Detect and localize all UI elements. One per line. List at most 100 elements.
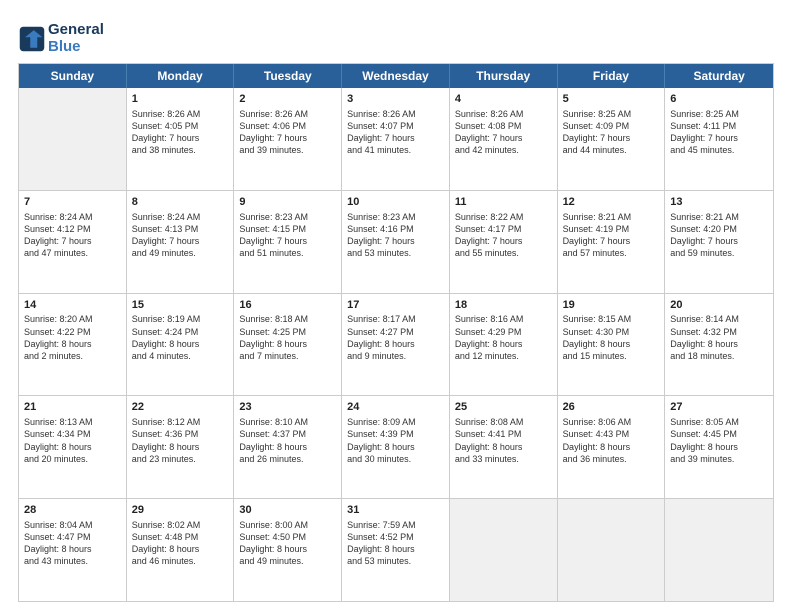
cell-info-line: Sunrise: 8:20 AM [24,313,121,325]
cell-info-line: and 39 minutes. [670,453,768,465]
cell-info-line: and 38 minutes. [132,144,229,156]
day-number: 10 [347,195,444,210]
day-number: 1 [132,92,229,107]
cell-info-line: and 47 minutes. [24,247,121,259]
calendar-cell: 21Sunrise: 8:13 AMSunset: 4:34 PMDayligh… [19,396,127,498]
cell-info-line: Daylight: 7 hours [24,235,121,247]
cell-info-line: and 30 minutes. [347,453,444,465]
cell-info-line: and 43 minutes. [24,555,121,567]
cell-info-line: Daylight: 8 hours [239,543,336,555]
cell-info-line: Sunset: 4:15 PM [239,223,336,235]
cell-info-line: Sunset: 4:52 PM [347,531,444,543]
cell-info-line: and 7 minutes. [239,350,336,362]
calendar-cell: 13Sunrise: 8:21 AMSunset: 4:20 PMDayligh… [665,191,773,293]
cell-info-line: Daylight: 7 hours [239,132,336,144]
cell-info-line: Sunrise: 8:04 AM [24,519,121,531]
day-number: 3 [347,92,444,107]
cell-info-line: and 2 minutes. [24,350,121,362]
calendar-cell: 16Sunrise: 8:18 AMSunset: 4:25 PMDayligh… [234,294,342,396]
day-number: 13 [670,195,768,210]
cell-info-line: Daylight: 8 hours [670,441,768,453]
logo-icon [18,25,46,53]
cell-info-line: and 26 minutes. [239,453,336,465]
calendar-row: 28Sunrise: 8:04 AMSunset: 4:47 PMDayligh… [19,499,773,601]
cell-info-line: Sunrise: 8:02 AM [132,519,229,531]
cell-info-line: Sunset: 4:06 PM [239,120,336,132]
calendar-cell: 27Sunrise: 8:05 AMSunset: 4:45 PMDayligh… [665,396,773,498]
day-number: 27 [670,400,768,415]
calendar-cell: 19Sunrise: 8:15 AMSunset: 4:30 PMDayligh… [558,294,666,396]
day-number: 7 [24,195,121,210]
cell-info-line: Daylight: 8 hours [132,543,229,555]
cell-info-line: and 55 minutes. [455,247,552,259]
cell-info-line: and 57 minutes. [563,247,660,259]
cell-info-line: Sunset: 4:16 PM [347,223,444,235]
cell-info-line: Sunset: 4:50 PM [239,531,336,543]
cell-info-line: Sunrise: 8:17 AM [347,313,444,325]
day-number: 9 [239,195,336,210]
cell-info-line: Daylight: 8 hours [239,441,336,453]
cell-info-line: Daylight: 7 hours [132,235,229,247]
calendar-cell: 1Sunrise: 8:26 AMSunset: 4:05 PMDaylight… [127,88,235,190]
cell-info-line: Daylight: 7 hours [132,132,229,144]
day-number: 12 [563,195,660,210]
calendar-cell: 9Sunrise: 8:23 AMSunset: 4:15 PMDaylight… [234,191,342,293]
cell-info-line: and 4 minutes. [132,350,229,362]
calendar-cell: 5Sunrise: 8:25 AMSunset: 4:09 PMDaylight… [558,88,666,190]
calendar-cell: 29Sunrise: 8:02 AMSunset: 4:48 PMDayligh… [127,499,235,601]
day-number: 31 [347,503,444,518]
calendar-cell: 23Sunrise: 8:10 AMSunset: 4:37 PMDayligh… [234,396,342,498]
cell-info-line: Sunset: 4:12 PM [24,223,121,235]
cell-info-line: Sunset: 4:17 PM [455,223,552,235]
cell-info-line: Sunset: 4:34 PM [24,428,121,440]
calendar-cell: 24Sunrise: 8:09 AMSunset: 4:39 PMDayligh… [342,396,450,498]
calendar-cell: 17Sunrise: 8:17 AMSunset: 4:27 PMDayligh… [342,294,450,396]
calendar-cell: 22Sunrise: 8:12 AMSunset: 4:36 PMDayligh… [127,396,235,498]
weekday-header: Monday [127,64,235,88]
cell-info-line: Sunrise: 8:14 AM [670,313,768,325]
cell-info-line: Sunrise: 8:05 AM [670,416,768,428]
day-number: 23 [239,400,336,415]
cell-info-line: Sunrise: 8:19 AM [132,313,229,325]
cell-info-line: Daylight: 7 hours [455,235,552,247]
calendar-cell: 15Sunrise: 8:19 AMSunset: 4:24 PMDayligh… [127,294,235,396]
cell-info-line: Sunrise: 8:08 AM [455,416,552,428]
cell-info-line: Sunrise: 8:10 AM [239,416,336,428]
cell-info-line: and 45 minutes. [670,144,768,156]
day-number: 8 [132,195,229,210]
cell-info-line: Sunrise: 8:22 AM [455,211,552,223]
calendar-row: 21Sunrise: 8:13 AMSunset: 4:34 PMDayligh… [19,396,773,499]
day-number: 11 [455,195,552,210]
cell-info-line: Sunrise: 8:21 AM [563,211,660,223]
cell-info-line: Sunrise: 8:15 AM [563,313,660,325]
cell-info-line: Sunrise: 8:24 AM [132,211,229,223]
cell-info-line: Sunset: 4:27 PM [347,326,444,338]
cell-info-line: and 15 minutes. [563,350,660,362]
weekday-header: Sunday [19,64,127,88]
day-number: 22 [132,400,229,415]
cell-info-line: and 51 minutes. [239,247,336,259]
calendar-cell: 26Sunrise: 8:06 AMSunset: 4:43 PMDayligh… [558,396,666,498]
cell-info-line: Daylight: 8 hours [455,441,552,453]
cell-info-line: Sunrise: 8:26 AM [239,108,336,120]
cell-info-line: and 9 minutes. [347,350,444,362]
cell-info-line: Daylight: 8 hours [239,338,336,350]
calendar-page: General Blue SundayMondayTuesdayWednesda… [0,0,792,612]
calendar-cell [19,88,127,190]
cell-info-line: Daylight: 8 hours [347,543,444,555]
cell-info-line: Sunrise: 8:26 AM [347,108,444,120]
calendar-row: 7Sunrise: 8:24 AMSunset: 4:12 PMDaylight… [19,191,773,294]
cell-info-line: Sunrise: 8:18 AM [239,313,336,325]
cell-info-line: Daylight: 7 hours [347,235,444,247]
cell-info-line: Sunset: 4:39 PM [347,428,444,440]
cell-info-line: Sunrise: 7:59 AM [347,519,444,531]
cell-info-line: Sunset: 4:19 PM [563,223,660,235]
day-number: 16 [239,298,336,313]
day-number: 21 [24,400,121,415]
day-number: 20 [670,298,768,313]
cell-info-line: Sunset: 4:24 PM [132,326,229,338]
calendar-cell: 28Sunrise: 8:04 AMSunset: 4:47 PMDayligh… [19,499,127,601]
calendar-row: 1Sunrise: 8:26 AMSunset: 4:05 PMDaylight… [19,88,773,191]
weekday-header: Wednesday [342,64,450,88]
calendar-cell: 6Sunrise: 8:25 AMSunset: 4:11 PMDaylight… [665,88,773,190]
